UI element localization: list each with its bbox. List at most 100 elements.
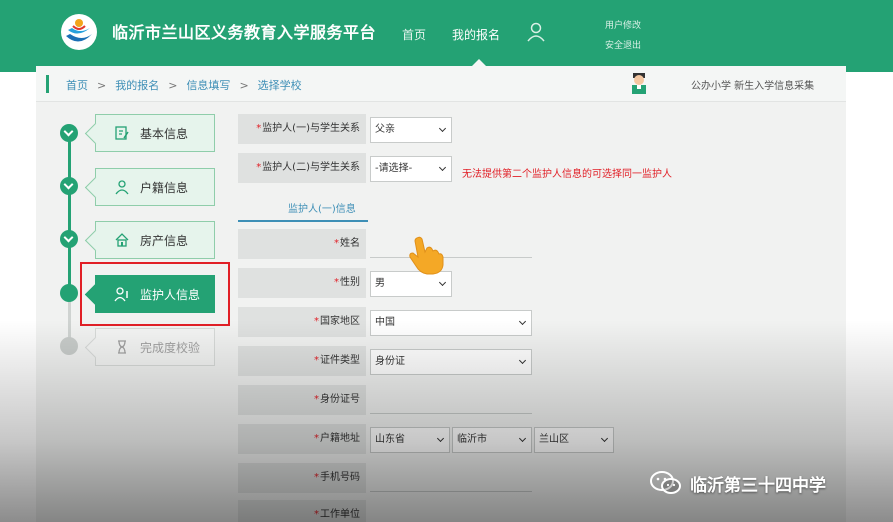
step-label: 房产信息 [140,233,189,248]
breadcrumb-accent [46,75,49,93]
breadcrumb-bar: 首页 > 我的报名 > 信息填写 > 选择学校 公办小学 新生入学信息采集 [36,66,846,102]
required-mark: * [314,472,319,483]
guardian1-relation-label: 监护人(一)与学生关系 [262,123,360,134]
field-label: *身份证号 [238,385,366,415]
step-dot-check [60,337,78,355]
nav-home[interactable]: 首页 [402,26,426,43]
id-number-input[interactable] [370,413,532,414]
step-dot-property [60,230,78,248]
id-number-row: *身份证号 [238,385,533,415]
step-dot-basic [60,124,78,142]
step-property-info[interactable]: 房产信息 [95,221,215,259]
chevron-down-icon [436,434,445,443]
watermark-text: 临沂第三十四中学 [690,475,826,496]
field-label: *国家地区 [238,307,366,337]
chevron-down-icon [518,434,527,443]
select-value: 兰山区 [539,434,569,445]
phone-input[interactable] [370,491,532,492]
required-mark: * [314,394,319,405]
guardian1-relation-row: *监护人(一)与学生关系 父亲 [238,114,533,144]
required-mark: * [314,355,319,366]
logout-link[interactable]: 安全退出 [605,36,641,56]
step-label: 监护人信息 [140,287,201,302]
breadcrumb-select-school[interactable]: 选择学校 [258,79,302,92]
guardian-icon [114,287,128,302]
step-label: 基本信息 [140,126,189,141]
select-value: 中国 [375,317,395,328]
phone-row: *手机号码 [238,463,533,493]
guardian-warning-text: 无法提供第二个监护人信息的可选择同一监护人 [462,169,672,180]
required-mark: * [334,238,339,249]
watermark: 临沂第三十四中学 [650,470,826,496]
chevron-down-icon [63,126,74,137]
country-select[interactable]: 中国 [370,310,532,336]
breadcrumb-home[interactable]: 首页 [66,79,88,92]
chevron-down-icon [63,179,74,190]
id-type-select[interactable]: 身份证 [370,349,532,375]
chevron-down-icon [63,232,74,243]
select-value: 男 [375,278,385,289]
steps-progress-line [68,130,71,295]
top-header: 临沂市兰山区义务教育入学服务平台 首页 我的报名 用户修改 安全退出 [0,0,893,72]
tab-guardian1-info[interactable]: 监护人(一)信息 [288,200,356,215]
field-label: *姓名 [238,229,366,259]
breadcrumb-my-registration[interactable]: 我的报名 [115,79,159,92]
breadcrumb-info-fill[interactable]: 信息填写 [186,79,230,92]
work-label: 工作单位 [320,509,360,520]
user-account-icon[interactable] [526,22,546,42]
step-label: 户籍信息 [140,180,189,195]
gender-row: *性别 男 [238,268,533,298]
select-value: 山东省 [375,434,405,445]
chevron-down-icon [600,434,609,443]
select-value: 临沂市 [457,434,487,445]
province-select[interactable]: 山东省 [370,427,450,453]
chevron-down-icon [518,356,527,365]
field-label: *证件类型 [238,346,366,376]
edit-user-link[interactable]: 用户修改 [605,16,641,36]
hourglass-icon [118,340,126,354]
step-basic-info[interactable]: 基本信息 [95,114,215,152]
platform-logo-icon [61,14,97,50]
form-edit-icon [115,126,129,140]
name-input[interactable] [370,257,532,258]
field-label: *手机号码 [238,463,366,493]
select-value: 父亲 [375,124,395,135]
id-number-label: 身份证号 [320,394,360,405]
step-completion-check[interactable]: 完成度校验 [95,328,215,366]
guardian1-relation-select[interactable]: 父亲 [370,117,452,143]
required-mark: * [314,509,319,520]
select-value: 身份证 [375,356,405,367]
required-mark: * [256,123,262,134]
site-title: 临沂市兰山区义务教育入学服务平台 [112,23,377,42]
breadcrumb-separator: > [168,79,178,92]
chevron-down-icon [438,278,447,287]
field-label: *监护人(一)与学生关系 [238,114,366,144]
city-select[interactable]: 临沂市 [452,427,532,453]
student-avatar-icon [632,73,646,94]
guardian2-relation-label: 监护人(二)与学生关系 [262,162,360,173]
step-label: 完成度校验 [140,340,201,355]
page-note: 公办小学 新生入学信息采集 [691,81,815,92]
select-value: -请选择- [375,163,413,174]
step-dot-guardian [60,284,78,302]
required-mark: * [334,277,339,288]
chevron-down-icon [518,317,527,326]
id-type-row: *证件类型 身份证 [238,346,533,376]
district-select[interactable]: 兰山区 [534,427,614,453]
field-label: *监护人(二)与学生关系 [238,153,366,183]
required-mark: * [256,162,262,173]
tap-hand-icon [409,236,444,275]
name-label: 姓名 [340,238,360,249]
guardian2-relation-select[interactable]: -请选择- [370,156,452,182]
id-type-label: 证件类型 [320,355,360,366]
step-household-info[interactable]: 户籍信息 [95,168,215,206]
name-row: *姓名 [238,229,533,259]
field-label: *工作单位 [238,500,366,522]
field-label: *性别 [238,268,366,298]
breadcrumb-separator: > [239,79,249,92]
required-mark: * [314,316,319,327]
nav-my-registration[interactable]: 我的报名 [452,26,500,43]
tab-underline [238,220,368,222]
house-icon [115,233,129,247]
gender-label: 性别 [340,277,360,288]
